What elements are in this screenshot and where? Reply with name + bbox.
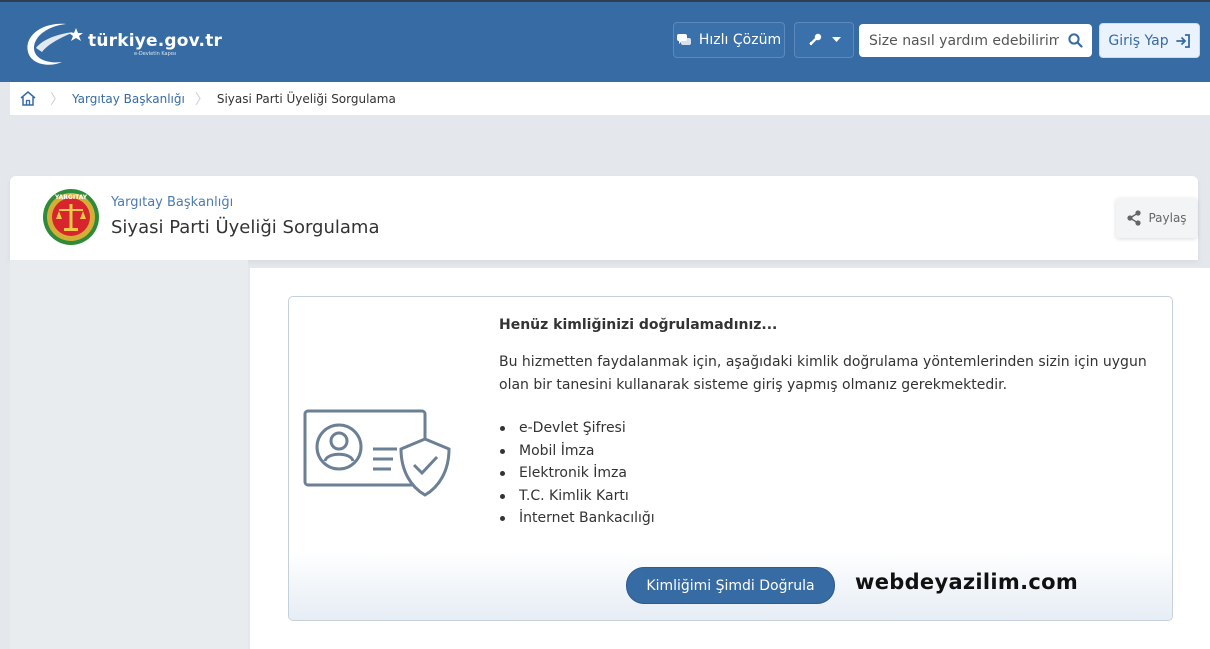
home-icon[interactable] [16,89,40,109]
chat-bubble-icon [676,34,691,45]
list-item: T.C. Kimlik Kartı [499,485,655,508]
quick-solution-button[interactable]: Hızlı Çözüm [673,22,785,58]
service-header: YARGITAY Yargıtay Başkanlığı Siyasi Part… [10,176,1198,260]
auth-heading: Henüz kimliğinizi doğrulamadınız... [499,317,778,333]
list-item: e-Devlet Şifresi [499,417,655,440]
turkiye-gov-logo[interactable]: türkiye.gov.tr e-Devletin Kapısı [22,18,232,70]
yargitay-emblem-icon: YARGITAY [43,189,99,245]
verify-identity-button[interactable]: Kimliğimi Şimdi Doğrula [626,567,835,604]
breadcrumb-current: Siyasi Parti Üyeliği Sorgulama [216,91,396,106]
page-title: Siyasi Parti Üyeliği Sorgulama [111,217,380,238]
login-label: Giriş Yap [1108,32,1169,49]
caret-down-icon [831,37,841,42]
logo-text: türkiye.gov.tr [88,31,223,51]
top-header: türkiye.gov.tr e-Devletin Kapısı Hızlı Ç… [0,0,1210,82]
institution-name[interactable]: Yargıtay Başkanlığı [111,195,233,210]
login-options-dropdown[interactable] [794,22,854,58]
search-box [859,24,1092,57]
emblem-label: YARGITAY [54,194,88,201]
breadcrumb-institution-link[interactable]: Yargıtay Başkanlığı [72,92,185,106]
share-label: Paylaş [1148,211,1187,225]
list-item: Mobil İmza [499,440,655,463]
auth-methods-list: e-Devlet Şifresi Mobil İmza Elektronik İ… [499,417,655,530]
id-card-shield-icon [303,409,451,497]
logo-subtitle: e-Devletin Kapısı [134,51,177,57]
key-icon [808,33,821,46]
crescent-star-icon [27,23,83,65]
search-input[interactable] [859,24,1059,57]
sign-in-icon [1175,33,1190,48]
list-item: Elektronik İmza [499,462,655,485]
login-button[interactable]: Giriş Yap [1099,23,1200,58]
quick-solution-label: Hızlı Çözüm [698,32,782,48]
search-icon[interactable] [1068,33,1083,48]
breadcrumb: 〉 Yargıtay Başkanlığı 〉 Siyasi Parti Üye… [10,82,1210,115]
share-button[interactable]: Paylaş [1116,198,1197,238]
auth-description: Bu hizmetten faydalanmak için, aşağıdaki… [499,354,1147,393]
left-sidebar [10,260,248,649]
breadcrumb-separator: 〉 [194,91,209,108]
share-icon [1127,210,1142,226]
list-item: İnternet Bankacılığı [499,507,655,530]
watermark-text: webdeyazilim.com [855,570,1079,594]
breadcrumb-separator: 〉 [50,91,64,108]
